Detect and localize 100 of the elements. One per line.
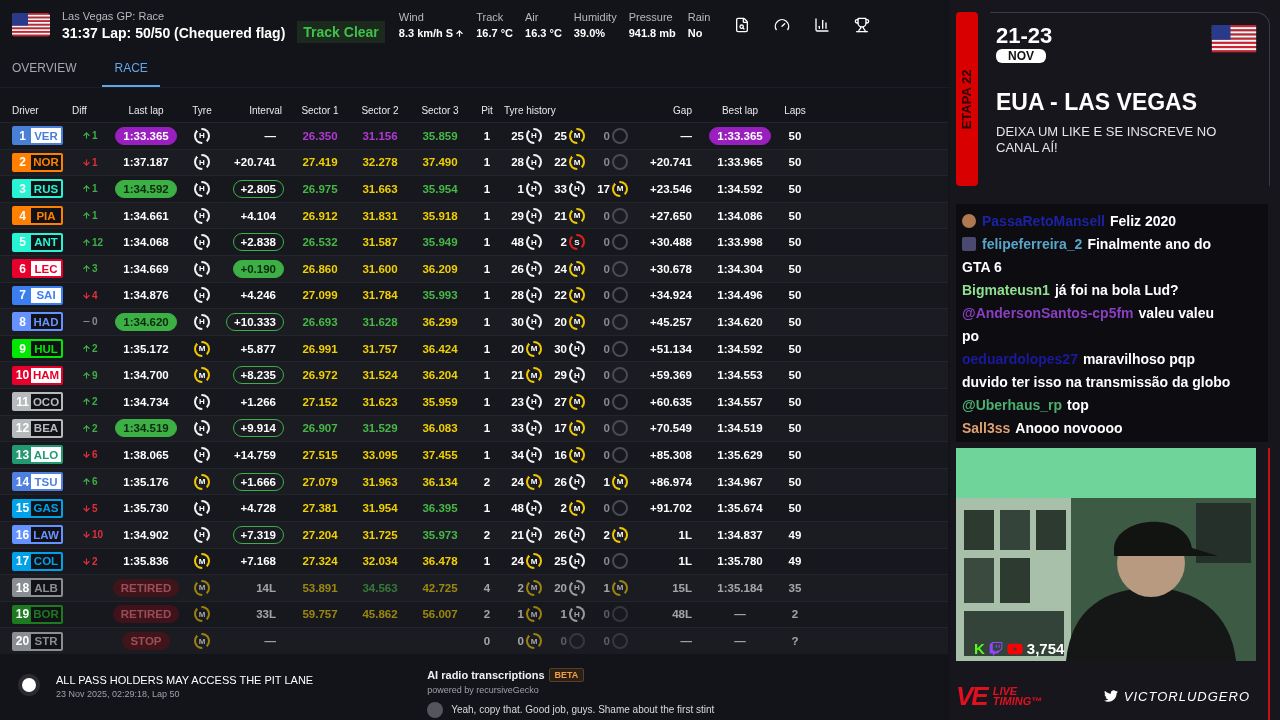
document-search-icon[interactable] — [734, 17, 751, 33]
stint-laps: 21 — [553, 209, 567, 222]
track-status: Track Clear — [297, 21, 385, 43]
tyre-compound: M — [526, 633, 542, 650]
driver-row[interactable]: 7 SAI 4 1:34.876 H +4.246 27.099 31.784 35.993 1 28 H 22 M 0 +34.924 1:34.496 50 — [0, 281, 948, 309]
sector-time: 31.628 — [361, 315, 399, 328]
driver-row[interactable]: 17 COL 2 1:35.836 M +7.168 27.324 32.034 36.478 1 24 M 25 H 0 1L 1:35.780 49 — [0, 547, 948, 575]
stint-laps: 29 — [510, 209, 524, 222]
driver-row[interactable]: 10 HAM 9 1:34.700 M +8.235 26.972 31.524 36.204 1 21 M 29 H 0 +59.369 1:34.553 50 — [0, 361, 948, 388]
last-lap-time: 1:34.620 — [115, 312, 177, 331]
last-lap-time: 1:35.730 — [122, 501, 170, 517]
pit-count: 2 — [482, 475, 492, 488]
driver-row[interactable]: 1 VER 1 1:33.365 H — 26.350 31.156 35.859 1 25 H 25 M 0 — 1:33.365 50 — [0, 122, 948, 149]
driver-row[interactable]: 9 HUL 2 1:35.172 M +5.877 26.991 31.757 36.424 1 20 M 30 H 0 +51.134 1:34.592 50 — [0, 334, 948, 362]
tyre-compound: H — [194, 313, 210, 330]
driver-row[interactable]: 15 GAS 5 1:35.730 H +4.728 27.381 31.954 36.395 1 48 H 2 M 0 +91.702 1:35.674 50 — [0, 494, 948, 521]
avatar-icon — [427, 701, 444, 718]
column-header: Diff — [72, 104, 88, 116]
pit-count: 1 — [482, 369, 492, 382]
bar-chart-icon[interactable] — [814, 17, 831, 33]
stint-laps: 1 — [559, 608, 567, 621]
position-change: 1 — [92, 130, 98, 142]
tyre-compound: M — [569, 260, 585, 277]
event-dates: 21-23 — [996, 25, 1053, 47]
sector-time: 27.515 — [301, 448, 339, 461]
tyre-compound: H — [194, 207, 210, 224]
weather-label: Air — [525, 11, 540, 23]
twitch-icon — [988, 641, 1003, 656]
gap-time: 48L — [671, 608, 693, 621]
driver-row[interactable]: 2 NOR 1 1:37.187 H +20.741 27.419 32.278 37.490 1 28 H 22 M 0 +20.741 1:33.965 50 — [0, 148, 948, 176]
driver-badge: 5 ANT — [12, 232, 63, 252]
tyre-compound: H — [194, 154, 210, 171]
pit-count: 1 — [482, 395, 492, 408]
kick-logo: K — [974, 640, 985, 657]
pit-count: 1 — [482, 555, 492, 568]
lap-count: 50 — [787, 475, 803, 488]
driver-row[interactable]: 5 ANT 12 1:34.068 H +2.838 26.532 31.587 35.949 1 48 H 2 S 0 +30.488 1:33.998 50 — [0, 228, 948, 255]
driver-row[interactable]: 4 PIA 1 1:34.661 H +4.104 26.912 31.831 35.918 1 29 H 21 M 0 +27.650 1:34.086 50 — [0, 201, 948, 229]
position-change: 10 — [92, 529, 104, 541]
driver-row[interactable]: 16 LAW 10 1:34.902 H +7.319 27.204 31.725 35.973 2 21 H 26 H 2 M 1L 1:34.837 49 — [0, 520, 948, 548]
sector-time: 31.784 — [361, 289, 399, 302]
chat-message: Anooo novoooo — [1015, 420, 1123, 436]
tyre-compound: H — [526, 154, 542, 171]
stint-laps: 17 — [596, 183, 610, 195]
best-lap-time: 1:34.967 — [716, 474, 764, 490]
driver-row[interactable]: 13 ALO 6 1:38.065 H +14.759 27.515 33.095 37.455 1 34 H 16 M 0 +85.308 1:35.629 50 — [0, 441, 948, 468]
column-header: Sector 2 — [360, 104, 400, 116]
chat-message: GTA 6 — [962, 258, 1002, 277]
gap-time: 1L — [677, 528, 693, 541]
lap-count: ? — [790, 635, 800, 648]
tyre-compound: M — [569, 127, 585, 144]
tyre-compound: M — [526, 340, 542, 357]
tyre-compound: H — [569, 181, 585, 197]
column-header: Gap — [672, 104, 693, 116]
tyre-compound: M — [569, 207, 585, 224]
tab[interactable]: OVERVIEW — [0, 50, 89, 87]
flag-icon — [12, 13, 50, 37]
sector-time: 26.860 — [301, 262, 339, 275]
tab[interactable]: RACE — [102, 50, 160, 87]
best-lap-time: 1:34.519 — [716, 421, 764, 437]
position-change: 2 — [92, 422, 98, 434]
driver-row[interactable]: 14 TSU 6 1:35.176 M +1.666 27.079 31.963 36.134 2 24 M 26 H 1 M +86.974 1:34.967 50 — [0, 467, 948, 495]
driver-row[interactable]: 19 BOR RETIRED M 33L 59.757 45.862 56.007 2 1 M 1 H 0 48L — 2 — [0, 600, 948, 628]
driver-row[interactable]: 11 OCO 2 1:34.734 H +1.266 27.152 31.623 35.959 1 23 H 27 M 0 +60.635 1:34.557 50 — [0, 387, 948, 415]
stint-laps: 0 — [602, 422, 610, 435]
gauge-icon[interactable] — [774, 17, 791, 33]
sector-time: 27.204 — [301, 528, 339, 541]
pit-count: 1 — [482, 342, 492, 355]
driver-row[interactable]: 6 LEC 3 1:34.669 H +0.190 26.860 31.600 36.209 1 26 H 24 M 0 +30.678 1:34.304 50 — [0, 254, 948, 282]
tyre-compound: H — [526, 446, 542, 463]
stage-label: ETAPA 22 — [959, 69, 975, 129]
tyre-compound: H — [526, 127, 542, 144]
driver-badge: 6 LEC — [12, 259, 63, 279]
sector-time: 35.949 — [421, 236, 459, 249]
driver-row[interactable]: 20 STR STOP M — 0 0 M 0 0 — — ? — [0, 627, 948, 654]
gap-time: — — [679, 129, 693, 142]
sector-time: 36.478 — [421, 555, 459, 568]
pit-count: 1 — [482, 236, 492, 249]
driver-row[interactable]: 18 ALB RETIRED M 14L 53.891 34.563 42.725 4 2 M 20 H 1 M 15L 1:35.184 35 — [0, 574, 948, 601]
driver-row[interactable]: 12 BEA 2 1:34.519 H +9.914 26.907 31.529 36.083 1 33 H 17 M 0 +70.549 1:34.519 50 — [0, 414, 948, 442]
tyre-compound: H — [526, 526, 542, 543]
pit-count: 1 — [482, 209, 492, 222]
pit-count: 2 — [482, 528, 492, 541]
column-header: Sector 1 — [300, 104, 340, 116]
sector-time: 31.529 — [361, 422, 399, 435]
best-lap-time: 1:34.304 — [716, 261, 764, 277]
sector-time: 36.204 — [421, 369, 459, 382]
chat-username: oeduardolopes27 — [962, 351, 1078, 367]
tyre-compound: H — [194, 393, 210, 410]
sector-time: 31.623 — [361, 395, 399, 408]
driver-row[interactable]: 3 RUS 1 1:34.592 H +2.805 26.975 31.663 35.954 1 1 H 33 H 17 M +23.546 1:34.592 50 — [0, 175, 948, 202]
driver-row[interactable]: 8 HAD 0 1:34.620 H +10.333 26.693 31.628 36.299 1 30 H 20 M 0 +45.257 1:34.620 50 — [0, 308, 948, 335]
tyre-compound: M — [194, 553, 210, 570]
lap-count: 50 — [787, 422, 803, 435]
sector-time: 34.563 — [361, 581, 399, 594]
tyre-compound: M — [194, 473, 210, 490]
trophy-icon[interactable] — [854, 17, 871, 33]
sector-time: 35.993 — [421, 289, 459, 302]
stint-laps: 20 — [510, 342, 524, 355]
pit-count: 1 — [482, 156, 492, 169]
